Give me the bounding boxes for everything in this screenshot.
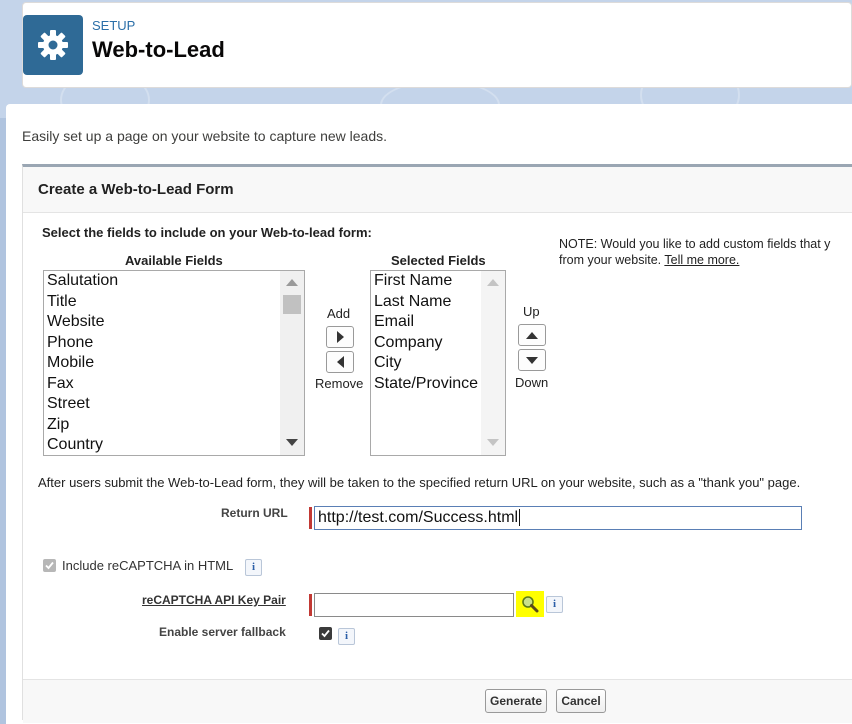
gear-icon xyxy=(23,15,83,75)
scroll-down-arrow-icon[interactable] xyxy=(286,439,298,446)
return-url-label: Return URL xyxy=(221,506,288,520)
recaptcha-key-input[interactable] xyxy=(314,593,514,617)
return-url-input[interactable]: http://test.com/Success.html xyxy=(314,506,802,530)
lookup-button[interactable] xyxy=(516,591,544,617)
checkmark-icon xyxy=(45,561,54,570)
remove-label: Remove xyxy=(315,376,364,391)
breadcrumb-setup[interactable]: SETUP xyxy=(92,18,135,33)
selected-fields-listbox[interactable]: First Name Last Name Email Company City State… xyxy=(370,270,506,456)
note-text: from your website. xyxy=(559,253,662,267)
magnifier-icon xyxy=(522,596,539,613)
info-icon[interactable]: i xyxy=(546,596,563,613)
list-item[interactable]: Title xyxy=(44,292,304,313)
page-header: SETUP Web-to-Lead xyxy=(22,2,852,88)
scroll-down-arrow-icon xyxy=(487,439,499,446)
list-item[interactable]: Phone xyxy=(44,333,304,354)
server-fallback-label: Enable server fallback xyxy=(159,625,286,639)
return-url-info: After users submit the Web-to-Lead form,… xyxy=(38,475,801,490)
select-fields-label: Select the fields to include on your Web… xyxy=(42,225,372,240)
selected-scrollbar[interactable] xyxy=(481,271,505,455)
generate-button[interactable]: Generate xyxy=(485,689,547,713)
checkmark-icon xyxy=(321,629,330,638)
list-item[interactable]: Fax xyxy=(44,374,304,395)
info-icon[interactable]: i xyxy=(245,559,262,576)
recaptcha-key-label[interactable]: reCAPTCHA API Key Pair xyxy=(142,593,286,607)
add-label: Add xyxy=(327,306,351,321)
available-scrollbar[interactable] xyxy=(280,271,304,455)
include-recaptcha-checkbox[interactable] xyxy=(43,559,56,572)
info-icon[interactable]: i xyxy=(338,628,355,645)
arrow-up-icon xyxy=(526,331,538,339)
add-button[interactable] xyxy=(326,326,354,348)
arrow-down-icon xyxy=(526,356,538,364)
required-indicator xyxy=(309,507,312,529)
include-recaptcha-label: Include reCAPTCHA in HTML xyxy=(62,558,234,573)
main-content: Easily set up a page on your website to … xyxy=(6,104,852,724)
tell-me-more-link[interactable]: Tell me more. xyxy=(664,253,739,267)
list-item[interactable]: Country xyxy=(44,435,304,455)
list-item[interactable]: Mobile xyxy=(44,353,304,374)
arrow-right-icon xyxy=(336,331,344,343)
list-item[interactable]: Website xyxy=(44,312,304,333)
list-item[interactable]: Street xyxy=(44,394,304,415)
return-url-value: http://test.com/Success.html xyxy=(318,509,519,526)
remove-button[interactable] xyxy=(326,351,354,373)
form-body: Select the fields to include on your Web… xyxy=(23,213,852,679)
cancel-button[interactable]: Cancel xyxy=(556,689,606,713)
down-label: Down xyxy=(515,375,549,390)
scroll-up-arrow-icon xyxy=(487,279,499,286)
custom-fields-note-line2: from your website. Tell me more. xyxy=(559,253,739,268)
selected-fields-label: Selected Fields xyxy=(391,253,486,268)
scroll-up-arrow-icon[interactable] xyxy=(286,279,298,286)
page-title: Web-to-Lead xyxy=(92,37,225,62)
available-fields-listbox[interactable]: Salutation Title Website Phone Mobile Fax Stre… xyxy=(43,270,305,456)
form-title: Create a Web-to-Lead Form xyxy=(38,181,234,198)
available-fields-label: Available Fields xyxy=(125,253,223,268)
move-up-button[interactable] xyxy=(518,324,546,346)
web-to-lead-form: Create a Web-to-Lead Form Select the fie… xyxy=(22,164,852,723)
server-fallback-checkbox[interactable] xyxy=(319,627,332,640)
arrow-left-icon xyxy=(336,356,344,368)
intro-text: Easily set up a page on your website to … xyxy=(22,128,387,144)
form-footer: Generate Cancel xyxy=(23,679,852,723)
move-down-button[interactable] xyxy=(518,349,546,371)
form-header: Create a Web-to-Lead Form xyxy=(23,167,852,213)
up-label: Up xyxy=(523,304,540,319)
custom-fields-note: NOTE: Would you like to add custom field… xyxy=(559,237,831,251)
required-indicator xyxy=(309,594,312,616)
list-item[interactable]: Salutation xyxy=(44,271,304,292)
scroll-thumb[interactable] xyxy=(283,295,301,314)
list-item[interactable]: Zip xyxy=(44,415,304,436)
